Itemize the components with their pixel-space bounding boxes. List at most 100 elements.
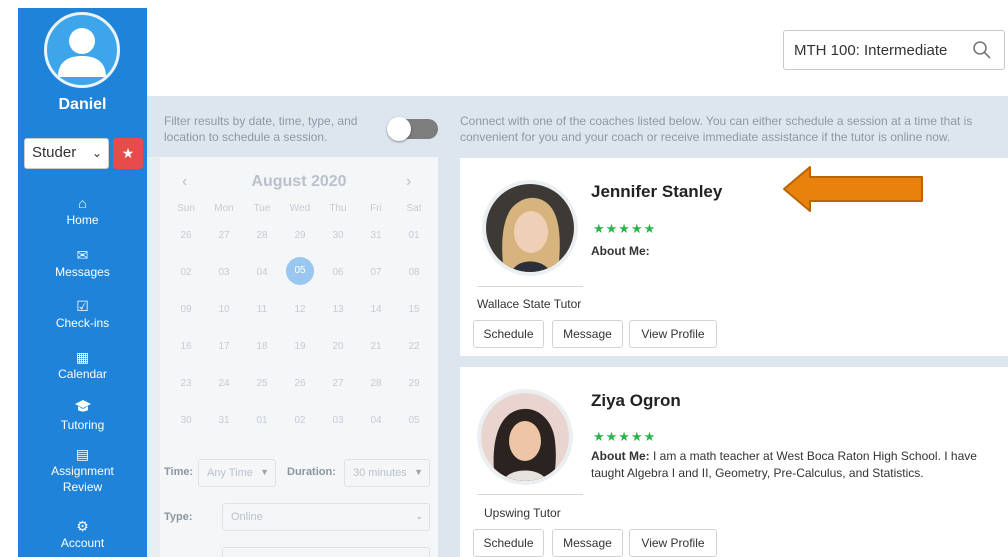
tutor-photo[interactable] [482, 180, 578, 276]
tutor-about: About Me: I am a math teacher at West Bo… [591, 448, 996, 482]
nav-item-messages[interactable]: ✉ Messages [18, 246, 147, 280]
tutor-name[interactable]: Jennifer Stanley [591, 182, 722, 202]
calendar-day[interactable]: 14 [358, 304, 394, 315]
calendar-day[interactable]: 03 [320, 415, 356, 426]
calendar-day[interactable]: 28 [358, 378, 394, 389]
calendar-day[interactable]: 30 [168, 415, 204, 426]
nav-item-calendar[interactable]: ▦ Calendar [18, 348, 147, 382]
duration-select[interactable]: 30 minutes ▼ [344, 459, 430, 487]
nav-item-tutoring[interactable]: Tutoring [18, 399, 147, 433]
time-label: Time: [164, 466, 194, 478]
chevron-down-icon: ⌄ [415, 511, 423, 521]
course-search-box[interactable]: MTH 100: Intermediate [783, 30, 1005, 70]
toggle-knob [387, 117, 411, 141]
message-button[interactable]: Message [552, 529, 623, 557]
calendar-day[interactable]: 26 [168, 230, 204, 241]
about-label: About Me: [591, 449, 650, 463]
calendar-day[interactable]: 20 [320, 341, 356, 352]
calendar-day[interactable]: 29 [396, 378, 432, 389]
search-input[interactable]: MTH 100: Intermediate [794, 42, 959, 59]
nav-item-label: Assignment Review [51, 464, 114, 494]
calendar-day[interactable]: 08 [396, 267, 432, 278]
schedule-button[interactable]: Schedule [473, 320, 544, 348]
divider [477, 494, 583, 495]
calendar-day[interactable]: 22 [396, 341, 432, 352]
chevron-down-icon: ▼ [260, 467, 269, 477]
calendar-day[interactable]: 30 [320, 230, 356, 241]
calendar-day[interactable]: 26 [282, 378, 318, 389]
home-icon: ⌂ [78, 195, 87, 211]
calendar-day[interactable]: 17 [206, 341, 242, 352]
calendar-day[interactable]: 12 [282, 304, 318, 315]
calendar-day[interactable]: 07 [358, 267, 394, 278]
calendar-day[interactable]: 04 [358, 415, 394, 426]
calendar-day-selected[interactable]: 05 [286, 257, 314, 285]
nav-item-assignment-review[interactable]: ▤ Assignment Review [18, 445, 147, 495]
calendar-day[interactable]: 02 [168, 267, 204, 278]
location-select[interactable] [222, 547, 430, 557]
envelope-icon: ✉ [76, 247, 89, 263]
calendar-day[interactable]: 10 [206, 304, 242, 315]
nav-item-account[interactable]: ⚙ Account [18, 517, 147, 551]
calendar-day[interactable]: 18 [244, 341, 280, 352]
calendar-day[interactable]: 25 [244, 378, 280, 389]
graduation-cap-icon [18, 399, 147, 417]
nav-item-home[interactable]: ⌂ Home [18, 194, 147, 228]
nav-item-label: Check-ins [55, 316, 110, 330]
calendar-day[interactable]: 04 [244, 267, 280, 278]
calendar-weekday-label: Wed [289, 203, 311, 214]
sidebar: Daniel Studer ⌄ ★ ⌂ Home ✉ Messages ☑ Ch… [18, 8, 147, 557]
calendar-day[interactable]: 27 [206, 230, 242, 241]
view-profile-button[interactable]: View Profile [629, 320, 717, 348]
tutor-name[interactable]: Ziya Ogron [591, 391, 681, 411]
calendar-day[interactable]: 05 [396, 415, 432, 426]
calendar-day[interactable]: 24 [206, 378, 242, 389]
nav-item-checkins[interactable]: ☑ Check-ins [18, 297, 147, 331]
chevron-down-icon: ▼ [414, 467, 423, 477]
tutor-school: Wallace State Tutor [477, 297, 582, 311]
checkbox-icon: ☑ [76, 298, 89, 314]
filter-toggle[interactable] [387, 117, 438, 141]
view-profile-button[interactable]: View Profile [629, 529, 717, 557]
calendar-day[interactable]: 21 [358, 341, 394, 352]
calendar-day[interactable]: 29 [282, 230, 318, 241]
nav-item-label: Account [60, 536, 105, 550]
calendar-weekday-label: Thu [329, 203, 347, 214]
filter-panel: ‹ August 2020 › Sun Mon Tue Wed Thu Fri Sat 26 2… [147, 157, 438, 557]
calendar-day[interactable]: 19 [282, 341, 318, 352]
duration-select-value: 30 minutes [353, 467, 407, 479]
role-select[interactable]: Studer ⌄ [24, 138, 109, 169]
calendar-day[interactable]: 27 [320, 378, 356, 389]
search-icon[interactable] [972, 40, 992, 60]
tutor-card: Jennifer Stanley ★★★★★ About Me: Wallace… [460, 158, 1008, 356]
user-silhouette-icon [58, 28, 106, 77]
user-avatar[interactable] [44, 12, 120, 88]
calendar-day[interactable]: 06 [320, 267, 356, 278]
duration-label: Duration: [287, 466, 336, 478]
left-edge [0, 0, 18, 557]
about-text: I am a math teacher at West Boca Raton H… [591, 449, 977, 480]
favorite-star-button[interactable]: ★ [113, 138, 143, 169]
calendar-day[interactable]: 01 [244, 415, 280, 426]
calendar-day[interactable]: 16 [168, 341, 204, 352]
calendar-day[interactable]: 23 [168, 378, 204, 389]
calendar-day[interactable]: 15 [396, 304, 432, 315]
calendar-day[interactable]: 09 [168, 304, 204, 315]
time-select[interactable]: Any Time ▼ [198, 459, 276, 487]
calendar-day[interactable]: 13 [320, 304, 356, 315]
calendar-day[interactable]: 03 [206, 267, 242, 278]
calendar-day[interactable]: 01 [396, 230, 432, 241]
calendar-day[interactable]: 11 [244, 304, 280, 315]
type-select[interactable]: Online ⌄ [222, 503, 430, 531]
calendar-icon: ▦ [75, 349, 90, 365]
about-label: About Me: [591, 244, 650, 258]
calendar-day[interactable]: 31 [206, 415, 242, 426]
calendar-next-button[interactable]: › [406, 173, 411, 191]
calendar-day[interactable]: 31 [358, 230, 394, 241]
calendar-day[interactable]: 28 [244, 230, 280, 241]
schedule-button[interactable]: Schedule [473, 529, 544, 557]
calendar-month-title: August 2020 [251, 173, 347, 190]
calendar-day[interactable]: 02 [282, 415, 318, 426]
tutor-photo[interactable] [477, 389, 573, 485]
message-button[interactable]: Message [552, 320, 623, 348]
